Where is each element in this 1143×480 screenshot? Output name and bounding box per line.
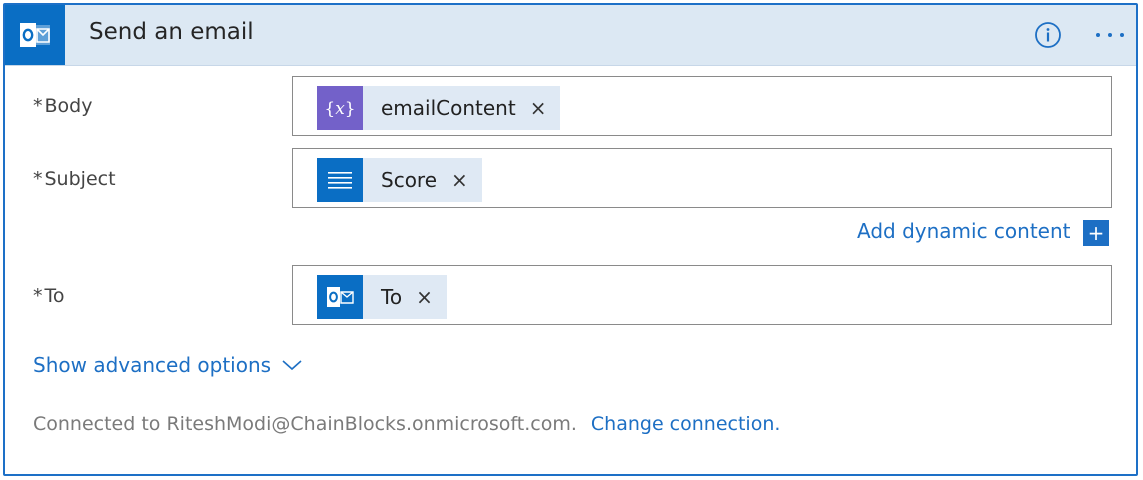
remove-token-button[interactable]: × bbox=[516, 96, 561, 120]
card-title: Send an email bbox=[89, 19, 254, 45]
body-token-label: emailContent bbox=[381, 96, 516, 120]
subject-token[interactable]: Score × bbox=[317, 158, 482, 202]
info-icon[interactable] bbox=[1033, 20, 1063, 50]
variable-icon: {𝑥} bbox=[317, 86, 363, 130]
body-label: * Body bbox=[33, 95, 92, 117]
outlook-icon bbox=[5, 5, 65, 65]
to-label: * To bbox=[33, 285, 65, 307]
subject-label-text: Subject bbox=[44, 168, 116, 190]
add-dynamic-content-link[interactable]: Add dynamic content bbox=[857, 219, 1071, 243]
to-token[interactable]: To × bbox=[317, 275, 447, 319]
required-marker: * bbox=[33, 168, 43, 190]
body-field[interactable]: {𝑥} emailContent × bbox=[292, 76, 1112, 136]
text-lines-icon bbox=[317, 158, 363, 202]
remove-token-button[interactable]: × bbox=[437, 168, 482, 192]
subject-field[interactable]: Score × bbox=[292, 148, 1112, 208]
show-advanced-options-label: Show advanced options bbox=[33, 353, 272, 377]
subject-token-label: Score bbox=[381, 168, 438, 192]
more-options-icon[interactable] bbox=[1089, 20, 1131, 50]
send-email-action-card: Send an email * Body {𝑥} emailContent × … bbox=[3, 3, 1138, 476]
outlook-icon bbox=[317, 275, 363, 319]
connected-text: Connected to RiteshModi@ChainBlocks.onmi… bbox=[33, 413, 577, 435]
required-marker: * bbox=[33, 285, 43, 307]
show-advanced-options-link[interactable]: Show advanced options bbox=[33, 353, 303, 377]
change-connection-link[interactable]: Change connection. bbox=[591, 413, 781, 435]
card-header[interactable]: Send an email bbox=[5, 5, 1136, 66]
body-token[interactable]: {𝑥} emailContent × bbox=[317, 86, 561, 130]
to-field[interactable]: To × bbox=[292, 265, 1112, 325]
add-dynamic-content-button[interactable]: + bbox=[1083, 220, 1109, 246]
remove-token-button[interactable]: × bbox=[402, 285, 447, 309]
to-token-label: To bbox=[381, 285, 403, 309]
svg-text:{𝑥}: {𝑥} bbox=[324, 99, 355, 119]
required-marker: * bbox=[33, 95, 43, 117]
subject-label: * Subject bbox=[33, 168, 116, 190]
connection-footer: Connected to RiteshModi@ChainBlocks.onmi… bbox=[33, 413, 780, 435]
chevron-down-icon bbox=[282, 360, 302, 371]
body-label-text: Body bbox=[44, 95, 93, 117]
to-label-text: To bbox=[44, 285, 65, 307]
